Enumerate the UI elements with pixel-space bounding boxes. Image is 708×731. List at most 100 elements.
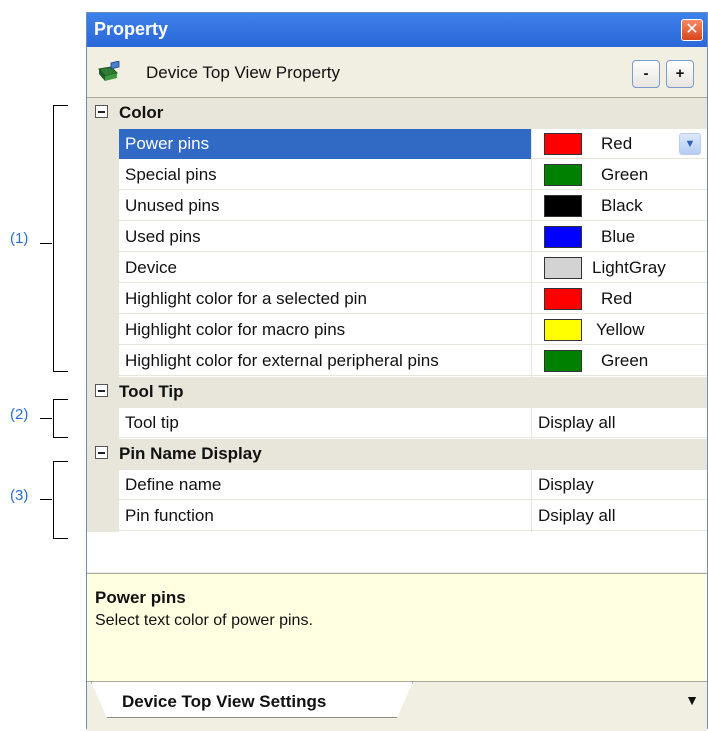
property-name: Unused pins <box>119 191 531 221</box>
panel-titlebar: Property ✕ <box>87 13 707 47</box>
panel-title: Property <box>94 19 169 39</box>
property-row-define-name[interactable]: Define name Display <box>87 470 707 501</box>
row-gutter <box>87 470 119 501</box>
collapse-toggle-icon[interactable] <box>95 384 108 397</box>
category-color[interactable]: Color <box>87 98 707 130</box>
callout-label-1: (1) <box>10 230 29 247</box>
callout-tick-3 <box>40 499 52 500</box>
property-name: Define name <box>119 470 531 500</box>
category-label: Tool Tip <box>119 382 184 401</box>
property-value[interactable]: Black <box>532 191 707 221</box>
value-text: Green <box>601 165 649 184</box>
property-value[interactable]: Red ▼ <box>532 129 707 159</box>
callout-label-3: (3) <box>10 487 29 504</box>
row-gutter <box>87 160 119 191</box>
header-title: Device Top View Property <box>146 63 341 82</box>
value-text: Dsiplay all <box>538 506 616 525</box>
color-swatch <box>544 319 582 341</box>
property-row-device[interactable]: Device LightGray <box>87 253 707 284</box>
property-row-power-pins[interactable]: Power pins Red ▼ <box>87 129 707 160</box>
callout-label-2: (2) <box>10 406 29 423</box>
property-name: Device <box>119 253 531 283</box>
property-row-tool-tip[interactable]: Tool tip Display all <box>87 408 707 439</box>
property-value[interactable]: Green <box>532 160 707 190</box>
category-label: Color <box>119 103 164 122</box>
row-gutter <box>87 284 119 315</box>
callout-bracket-3 <box>53 461 68 539</box>
color-swatch <box>544 133 582 155</box>
value-text: Black <box>601 196 643 215</box>
property-name: Special pins <box>119 160 531 190</box>
value-text: Yellow <box>596 320 645 339</box>
property-value[interactable]: Blue <box>532 222 707 252</box>
collapse-all-button[interactable]: - <box>632 60 660 88</box>
color-swatch <box>544 164 582 186</box>
property-grid: Color Power pins Red ▼ Special pins Gree… <box>87 97 707 572</box>
callout-bracket-2 <box>53 399 68 438</box>
value-text: Display <box>538 475 594 494</box>
panel-header: Device Top View Property - + <box>87 47 707 97</box>
callout-tick-1 <box>40 243 52 244</box>
close-icon: ✕ <box>685 21 699 38</box>
row-gutter <box>87 191 119 222</box>
row-gutter <box>87 408 119 439</box>
callout-tick-2 <box>40 418 52 419</box>
property-name: Tool tip <box>119 408 531 438</box>
color-swatch <box>544 226 582 248</box>
color-swatch <box>544 195 582 217</box>
category-tool-tip[interactable]: Tool Tip <box>87 377 707 409</box>
property-row-highlight-macro[interactable]: Highlight color for macro pins Yellow <box>87 315 707 346</box>
property-row-special-pins[interactable]: Special pins Green <box>87 160 707 191</box>
property-row-highlight-selected[interactable]: Highlight color for a selected pin Red <box>87 284 707 315</box>
property-name: Highlight color for external peripheral … <box>119 346 531 376</box>
value-text: Green <box>601 351 649 370</box>
property-row-highlight-external[interactable]: Highlight color for external peripheral … <box>87 346 707 377</box>
collapse-toggle-icon[interactable] <box>95 446 108 459</box>
property-name: Highlight color for macro pins <box>119 315 531 345</box>
callout-bracket-1 <box>53 105 68 372</box>
row-gutter <box>87 253 119 284</box>
property-value[interactable]: Dsiplay all <box>532 501 707 531</box>
tab-menu-dropdown-icon[interactable]: ▼ <box>685 692 699 708</box>
description-title: Power pins <box>95 588 186 607</box>
tab-device-top-view-settings[interactable]: Device Top View Settings <box>91 682 413 718</box>
category-pin-name-display[interactable]: Pin Name Display <box>87 439 707 471</box>
description-text: Select text color of power pins. <box>95 612 313 629</box>
value-text: Red <box>601 134 633 153</box>
row-gutter <box>87 315 119 346</box>
property-panel: Property ✕ Device Top View Property - + … <box>86 12 708 731</box>
property-value[interactable]: LightGray <box>532 253 707 283</box>
collapse-label: - <box>643 65 649 82</box>
category-label: Pin Name Display <box>119 444 262 463</box>
property-name: Used pins <box>119 222 531 252</box>
property-name: Power pins <box>119 129 531 159</box>
device-chip-icon <box>98 61 120 81</box>
color-swatch <box>544 288 582 310</box>
value-text: Red <box>601 289 633 308</box>
color-swatch <box>544 350 582 372</box>
expand-label: + <box>675 65 685 82</box>
value-text: Blue <box>601 227 636 246</box>
property-row-unused-pins[interactable]: Unused pins Black <box>87 191 707 222</box>
property-name: Pin function <box>119 501 531 531</box>
property-value[interactable]: Display all <box>532 408 707 438</box>
property-row-pin-function[interactable]: Pin function Dsiplay all <box>87 501 707 532</box>
tab-bar: Device Top View Settings ▼ <box>87 681 707 731</box>
property-name: Highlight color for a selected pin <box>119 284 531 314</box>
expand-all-button[interactable]: + <box>666 60 694 88</box>
row-gutter <box>87 346 119 377</box>
property-value[interactable]: Red <box>532 284 707 314</box>
property-value[interactable]: Display <box>532 470 707 500</box>
property-value[interactable]: Green <box>532 346 707 376</box>
row-gutter <box>87 129 119 160</box>
collapse-toggle-icon[interactable] <box>95 105 108 118</box>
value-text: LightGray <box>592 258 666 277</box>
row-gutter <box>87 501 119 532</box>
close-button[interactable]: ✕ <box>681 19 703 41</box>
chevron-down-icon[interactable]: ▼ <box>679 133 701 155</box>
tab-label: Device Top View Settings <box>122 692 327 711</box>
property-value[interactable]: Yellow <box>532 315 707 345</box>
property-row-used-pins[interactable]: Used pins Blue <box>87 222 707 253</box>
value-text: Display all <box>538 413 616 432</box>
row-gutter <box>87 222 119 253</box>
